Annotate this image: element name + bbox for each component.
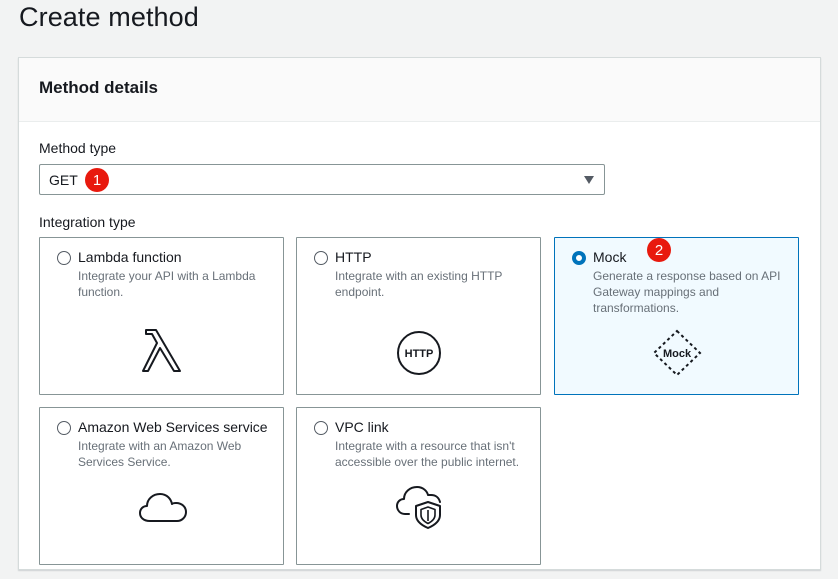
method-type-value: GET bbox=[49, 171, 78, 188]
method-details-panel: Method details Method type GET 1 Integra… bbox=[18, 57, 821, 570]
cloud-shield-icon bbox=[396, 486, 441, 529]
integration-option-vpc-link[interactable]: VPC link Integrate with a resource that … bbox=[296, 407, 541, 565]
option-title: Mock bbox=[593, 249, 627, 265]
mock-icon: Mock bbox=[652, 329, 702, 377]
option-description: Integrate with a resource that isn't acc… bbox=[335, 439, 520, 469]
option-description: Integrate with an Amazon Web Services Se… bbox=[78, 439, 242, 469]
radio-button[interactable] bbox=[57, 251, 71, 265]
option-title: VPC link bbox=[335, 419, 389, 435]
option-description: Integrate with an existing HTTP endpoint… bbox=[335, 269, 503, 299]
radio-button[interactable] bbox=[314, 421, 328, 435]
option-description: Generate a response based on API Gateway… bbox=[593, 269, 781, 315]
integration-option-lambda[interactable]: Lambda function Integrate your API with … bbox=[39, 237, 284, 395]
option-description: Integrate your API with a Lambda functio… bbox=[78, 269, 256, 299]
page-title: Create method bbox=[19, 2, 199, 32]
option-title: Amazon Web Services service bbox=[78, 419, 268, 435]
option-title: HTTP bbox=[335, 249, 372, 265]
panel-header: Method details bbox=[19, 58, 820, 122]
integration-option-http[interactable]: HTTP Integrate with an existing HTTP end… bbox=[296, 237, 541, 395]
radio-button-selected[interactable] bbox=[572, 251, 586, 265]
method-type-select[interactable]: GET bbox=[39, 164, 605, 195]
method-type-label: Method type bbox=[39, 140, 117, 156]
integration-option-mock[interactable]: Mock Generate a response based on API Ga… bbox=[554, 237, 799, 395]
option-title: Lambda function bbox=[78, 249, 182, 265]
radio-button[interactable] bbox=[314, 251, 328, 265]
panel-title: Method details bbox=[39, 78, 159, 97]
lambda-icon bbox=[142, 329, 181, 372]
step-badge-1: 1 bbox=[85, 168, 109, 192]
integration-option-aws-service[interactable]: Amazon Web Services service Integrate wi… bbox=[39, 407, 284, 565]
integration-type-label: Integration type bbox=[39, 214, 136, 230]
step-badge-2: 2 bbox=[647, 238, 671, 262]
cloud-icon bbox=[139, 493, 187, 522]
http-icon: HTTP bbox=[397, 331, 441, 375]
radio-button[interactable] bbox=[57, 421, 71, 435]
caret-down-icon bbox=[584, 176, 594, 184]
http-icon-label: HTTP bbox=[405, 348, 434, 360]
mock-icon-label: Mock bbox=[663, 348, 692, 360]
